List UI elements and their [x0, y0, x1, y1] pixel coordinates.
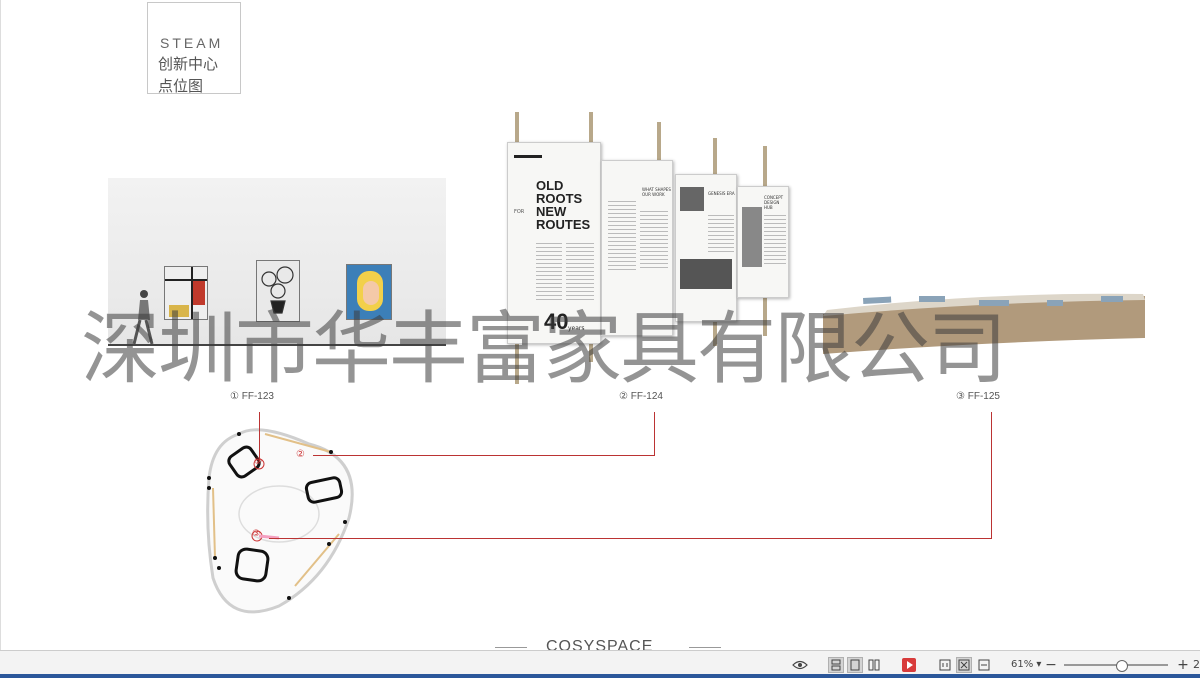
banner-title: OLD ROOTS NEW ROUTES: [536, 178, 591, 232]
zoom-slider-thumb[interactable]: [1116, 660, 1129, 672]
leader-line-2-h: [313, 455, 655, 456]
banner-for: FOR: [514, 209, 525, 215]
banner3-heading: GENESIS ERA: [708, 191, 735, 196]
document-page: STEAM 创新中心 点位图 OLD ROOTS NEW ROUTES FOR …: [0, 0, 1200, 650]
single-page-view-icon[interactable]: [847, 657, 863, 673]
leader-line-1: [259, 412, 260, 462]
single-page-continuous-view-icon[interactable]: [828, 657, 844, 673]
banner4-heading: CONCEPT DESIGN HUB: [764, 195, 784, 210]
leader-line-3-h: [269, 538, 992, 539]
item-label-ff125: ③ FF-125: [956, 391, 1000, 402]
banner-3: GENESIS ERA: [675, 174, 737, 322]
statusbar-trailing-text: 2: [1193, 658, 1200, 671]
title-box: STEAM 创新中心 点位图: [147, 2, 241, 95]
banner2-heading: WHAT SHAPES OUR WORK: [642, 187, 671, 197]
eye-protection-icon[interactable]: [792, 657, 808, 673]
walking-person: [132, 288, 154, 345]
banner-2: WHAT SHAPES OUR WORK: [601, 160, 673, 336]
play-slideshow-icon[interactable]: [901, 657, 917, 673]
item-label-ff123: ① FF-123: [230, 391, 274, 402]
gallery-wall-image: [108, 178, 446, 346]
zoom-level-text[interactable]: 61% ▾: [1011, 659, 1041, 670]
item-label-ff124: ② FF-124: [619, 391, 663, 402]
banner-years-word: years: [568, 325, 585, 332]
fit-page-icon[interactable]: [956, 657, 972, 673]
title-cn-line1: 创新中心: [158, 55, 219, 73]
flowers-artwork: [256, 260, 300, 322]
brand-footer: COSYSPACE: [1, 636, 1200, 650]
fit-width-icon[interactable]: [976, 657, 992, 673]
title-en: STEAM: [160, 35, 224, 51]
banner-display-image: OLD ROOTS NEW ROUTES FOR 40 years WHAT S…: [501, 112, 801, 384]
brand-text: COSYSPACE: [546, 638, 654, 650]
banner-dark-stripe: [514, 155, 542, 158]
plan-marker-2: ②: [296, 449, 305, 460]
title-cn-line2: 点位图: [158, 77, 204, 95]
banner-years-num: 40: [544, 309, 569, 334]
actual-size-icon[interactable]: [937, 657, 953, 673]
floor-line: [108, 344, 446, 346]
leader-line-2-v: [654, 412, 655, 456]
pop-art-artwork: [346, 264, 392, 320]
zoom-in-button[interactable]: +: [1175, 657, 1191, 673]
main-banner: OLD ROOTS NEW ROUTES FOR 40 years: [507, 142, 601, 344]
plan-marker-3: ③: [252, 529, 261, 539]
floor-plan: ① ② ③: [199, 418, 369, 618]
counter-image: [819, 292, 1147, 372]
mondrian-artwork: [164, 266, 208, 320]
taskbar-strip: [0, 674, 1200, 678]
two-page-view-icon[interactable]: [866, 657, 882, 673]
banner-4: CONCEPT DESIGN HUB: [737, 186, 789, 298]
zoom-out-button[interactable]: −: [1043, 657, 1059, 673]
leader-line-3-v: [991, 412, 992, 539]
